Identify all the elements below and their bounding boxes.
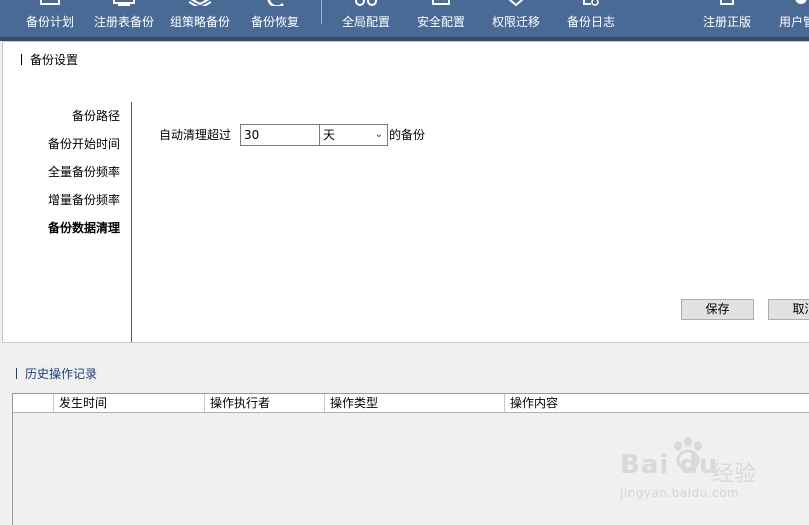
- toolbar-backup-restore[interactable]: 备份恢复: [245, 0, 305, 37]
- cleanup-days-input[interactable]: [240, 124, 323, 146]
- top-toolbar: 备份计划 注册表备份 组策略备份 备份恢复 全局配置 安全配置 权限迁移 备份日…: [0, 0, 809, 37]
- layers-icon: [188, 0, 212, 6]
- user-icon: [795, 0, 807, 4]
- toolbar-global-config[interactable]: 全局配置: [336, 0, 396, 37]
- security-icon: [432, 0, 450, 5]
- nav-item-full-backup-frequency[interactable]: 全量备份频率: [48, 164, 120, 180]
- toolbar-register[interactable]: 注册正版: [697, 0, 757, 37]
- registry-icon: [113, 0, 135, 6]
- backup-settings-panel: 备份设置 备份路径 备份开始时间 全量备份频率 增量备份频率 备份数据清理 自动…: [2, 41, 809, 343]
- watermark-url: jingyan.baidu.com: [620, 486, 740, 500]
- toolbar-group-policy-backup[interactable]: 组策略备份: [167, 0, 233, 37]
- header-col-operator[interactable]: 操作执行者: [204, 394, 324, 412]
- save-button[interactable]: 保存: [681, 299, 754, 320]
- toolbar-backup-plan[interactable]: 备份计划: [20, 0, 80, 37]
- cleanup-unit-select[interactable]: 天 ⌄: [319, 124, 388, 146]
- watermark-cn: 经验: [712, 462, 757, 487]
- toolbar-registry-backup[interactable]: 注册表备份: [91, 0, 157, 37]
- chevron-down-icon: ⌄: [374, 129, 383, 140]
- global-config-icon: [355, 0, 377, 6]
- panel-title-text: 备份设置: [30, 53, 79, 67]
- cleanup-prefix-label: 自动清理超过: [159, 128, 232, 142]
- history-table-header: 发生时间 操作执行者 操作类型 操作内容: [13, 394, 809, 413]
- log-icon: [583, 0, 599, 6]
- toolbar-user-management[interactable]: 用户管: [774, 0, 809, 37]
- history-title-text: 历史操作记录: [25, 367, 98, 381]
- nav-item-incremental-backup-frequency[interactable]: 增量备份频率: [48, 192, 120, 208]
- cancel-button[interactable]: 取消: [768, 299, 809, 320]
- cleanup-suffix-label: 的备份: [389, 128, 426, 142]
- nav-item-backup-data-cleanup[interactable]: 备份数据清理: [48, 220, 120, 236]
- title-bar-marker: [21, 54, 22, 65]
- nav-item-backup-start-time[interactable]: 备份开始时间: [48, 136, 120, 152]
- baidu-jingyan-watermark: Bai du 经验 jingyan.baidu.com: [618, 436, 788, 506]
- cleanup-unit-value: 天: [323, 128, 336, 142]
- history-title: 历史操作记录: [16, 366, 97, 382]
- register-icon: [720, 0, 734, 5]
- panel-title: 备份设置: [21, 52, 78, 68]
- toolbar-backup-log[interactable]: 备份日志: [561, 0, 621, 37]
- restore-icon: [267, 0, 284, 6]
- settings-side-nav: 备份路径 备份开始时间 全量备份频率 增量备份频率 备份数据清理: [3, 102, 132, 342]
- header-col-index[interactable]: [13, 394, 53, 412]
- permission-migrate-icon: [508, 0, 524, 6]
- toolbar-permission-migrate[interactable]: 权限迁移: [486, 0, 546, 37]
- toolbar-separator: [321, 0, 322, 24]
- paw-icon: [674, 437, 702, 471]
- header-col-type[interactable]: 操作类型: [324, 394, 504, 412]
- history-title-marker: [16, 368, 17, 379]
- nav-item-backup-path[interactable]: 备份路径: [72, 108, 120, 124]
- calendar-icon: [40, 0, 60, 5]
- header-col-content[interactable]: 操作内容: [504, 394, 809, 412]
- toolbar-security-config[interactable]: 安全配置: [411, 0, 471, 37]
- header-col-time[interactable]: 发生时间: [53, 394, 204, 412]
